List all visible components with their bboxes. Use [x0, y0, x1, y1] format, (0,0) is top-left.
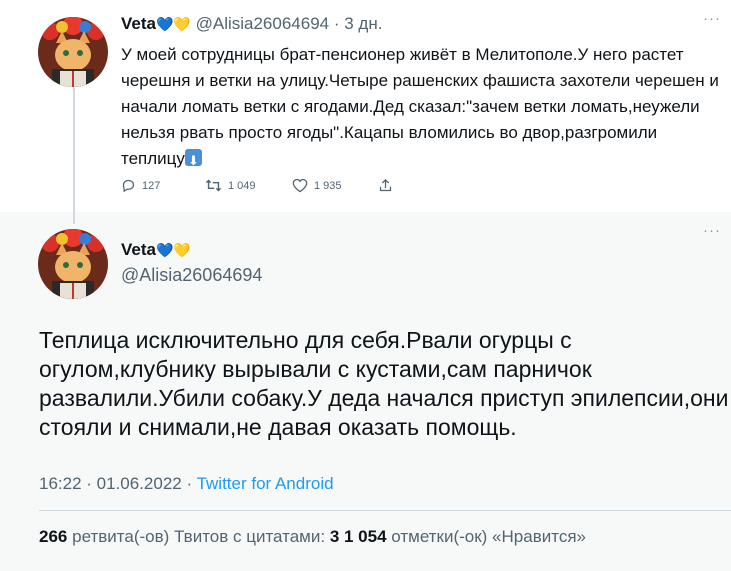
- tweet-header: Veta💙💛 @Alisia26064694 · 3 дн.: [121, 14, 382, 34]
- author-name[interactable]: Veta: [121, 14, 156, 33]
- author-name[interactable]: Veta: [121, 240, 156, 259]
- likes-label[interactable]: отметки(-ок) «Нравится»: [391, 527, 586, 546]
- retweets-count[interactable]: 266: [39, 527, 67, 546]
- thread-connector-line: [73, 87, 75, 224]
- tweet-stats: 266 ретвита(-ов) Твитов с цитатами: 3 1 …: [39, 527, 586, 547]
- retweets-label[interactable]: ретвита(-ов): [72, 527, 169, 546]
- tweet-time[interactable]: 16:22: [39, 474, 82, 493]
- divider: [39, 510, 731, 511]
- likes-count[interactable]: 3 1 054: [330, 527, 387, 546]
- quotes-label[interactable]: Твитов с цитатами:: [174, 527, 325, 546]
- more-icon[interactable]: ···: [703, 222, 721, 239]
- reply-icon: [122, 179, 135, 193]
- author-handle[interactable]: @Alisia26064694: [121, 265, 262, 286]
- tweet-source-link[interactable]: Twitter for Android: [197, 474, 334, 493]
- avatar[interactable]: [38, 17, 108, 87]
- avatar-cat-image: [38, 229, 108, 299]
- tweet-text-content: У моей сотрудницы брат-пенсионер живёт в…: [121, 45, 719, 168]
- tweet-text: У моей сотрудницы брат-пенсионер живёт в…: [121, 42, 721, 174]
- tweet-meta: 16:22 · 01.06.2022 · Twitter for Android: [39, 474, 334, 493]
- retweet-icon: [205, 179, 222, 192]
- avatar-cat-image: [38, 17, 108, 87]
- retweet-count: 1 049: [228, 179, 256, 192]
- tweet-actions: 127 1 049 1 935: [121, 178, 421, 196]
- heart-emojis: 💙💛: [155, 242, 191, 258]
- heart-icon: [292, 178, 308, 193]
- tweet-text: Теплица исключительно для себя.Рвали огу…: [39, 327, 729, 440]
- author-name-line: Veta💙💛: [121, 240, 191, 260]
- author-handle[interactable]: @Alisia26064694: [196, 14, 330, 33]
- like-button[interactable]: 1 935: [292, 178, 342, 193]
- share-button[interactable]: [378, 178, 393, 193]
- reply-count: 127: [142, 179, 161, 192]
- dot-separator: ·: [329, 14, 345, 33]
- avatar[interactable]: [38, 229, 108, 299]
- share-icon: [379, 178, 392, 192]
- tweet-date[interactable]: 01.06.2022: [97, 474, 182, 493]
- heart-emojis: 💙💛: [155, 16, 191, 32]
- like-count: 1 935: [314, 179, 342, 192]
- more-icon[interactable]: ···: [703, 10, 721, 27]
- reply-button[interactable]: 127: [121, 178, 160, 193]
- down-arrow-emoji-icon: [184, 148, 202, 174]
- tweet-time[interactable]: 3 дн.: [344, 14, 382, 33]
- retweet-button[interactable]: 1 049: [205, 178, 256, 193]
